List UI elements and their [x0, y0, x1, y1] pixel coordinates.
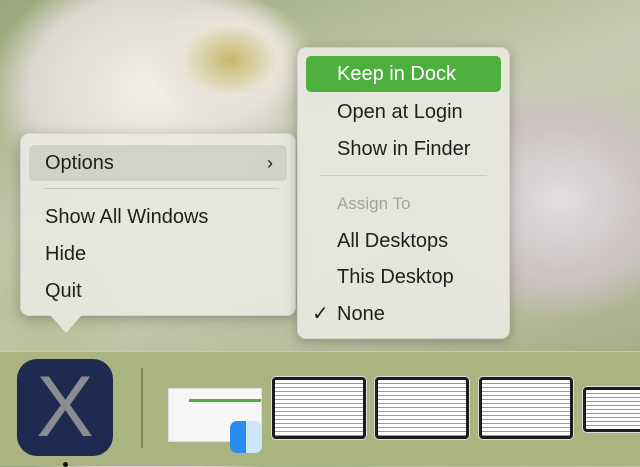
dock: X — [0, 351, 640, 467]
options-submenu: Keep in Dock Open at Login Show in Finde… — [297, 47, 510, 339]
menu-separator — [45, 188, 279, 189]
running-indicator — [63, 462, 68, 467]
window-thumbnail[interactable] — [479, 377, 573, 439]
checkmark-icon: ✓ — [312, 303, 329, 325]
menu-item-this-desktop[interactable]: This Desktop — [306, 259, 501, 295]
menu-item-show-in-finder[interactable]: Show in Finder — [306, 131, 501, 167]
dock-context-menu: Options › Show All Windows Hide Quit — [20, 133, 296, 316]
app-icon-letter: X — [36, 359, 94, 455]
menu-item-hide[interactable]: Hide — [29, 236, 287, 272]
assign-to-header: Assign To — [337, 194, 411, 213]
menu-item-keep-in-dock[interactable]: Keep in Dock — [306, 56, 501, 92]
menu-item-open-at-login[interactable]: Open at Login — [306, 94, 501, 130]
menu-item-none[interactable]: ✓ None — [306, 296, 501, 332]
none-label: None — [337, 303, 385, 325]
menu-item-show-all-windows[interactable]: Show All Windows — [29, 199, 287, 235]
menu-item-options[interactable]: Options › — [29, 145, 287, 181]
options-label: Options — [45, 152, 114, 174]
window-thumbnail[interactable] — [272, 377, 366, 439]
app-icon-x[interactable]: X — [17, 359, 113, 456]
dock-divider — [141, 368, 143, 448]
chevron-right-icon: › — [267, 153, 273, 173]
menu-pointer — [50, 315, 82, 333]
menu-separator — [320, 175, 487, 176]
window-thumbnail[interactable] — [583, 387, 640, 432]
menu-item-all-desktops[interactable]: All Desktops — [306, 223, 501, 259]
window-thumbnail[interactable] — [375, 377, 469, 439]
finder-icon[interactable] — [230, 421, 262, 453]
menu-item-quit[interactable]: Quit — [29, 273, 287, 309]
